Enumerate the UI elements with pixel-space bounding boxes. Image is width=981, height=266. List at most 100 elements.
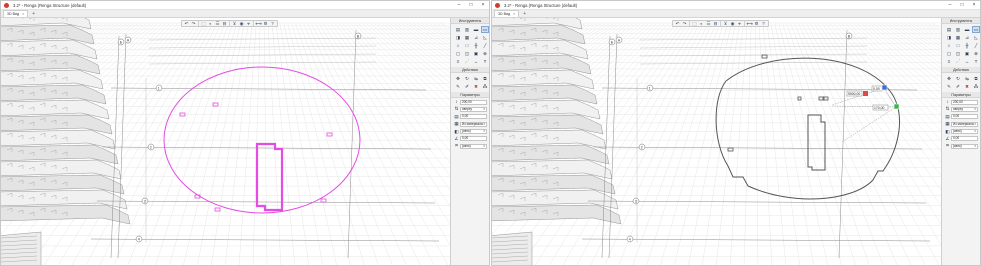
undo-icon[interactable]: ↶ — [674, 21, 681, 26]
maximize-button[interactable]: □ — [956, 1, 968, 10]
chevron-down-icon[interactable]: ▾ — [974, 144, 977, 148]
param-select[interactable]: Из материала ▾ — [951, 121, 978, 127]
chevron-down-icon[interactable]: ▾ — [483, 129, 486, 133]
param-select[interactable]: Из материала ▾ — [460, 121, 487, 127]
foundation-icon[interactable]: ▣ — [472, 50, 480, 57]
foundation-icon[interactable]: ▣ — [963, 50, 971, 57]
settings-icon[interactable]: ⚙ — [753, 21, 760, 26]
slab-icon[interactable]: ▭ — [972, 26, 980, 33]
tower-model[interactable] — [492, 18, 622, 265]
measure-icon[interactable]: ⟷ — [255, 21, 262, 26]
delete-icon[interactable]: ✖ — [472, 83, 480, 90]
length-input[interactable]: 9000,00 — [846, 90, 863, 97]
settings-icon[interactable]: ⚙ — [262, 21, 269, 26]
array-icon[interactable]: ⁂ — [972, 83, 980, 90]
level-icon[interactable]: ≡ — [945, 58, 953, 65]
mirror-icon[interactable]: ⇋ — [963, 75, 971, 82]
stair-icon[interactable]: ⊿ — [472, 34, 480, 41]
core-opening[interactable] — [255, 142, 284, 212]
visual-style-icon[interactable]: ◐ — [698, 21, 705, 26]
chevron-down-icon[interactable]: ▾ — [483, 107, 486, 111]
param-input[interactable]: 200,00 — [460, 99, 487, 105]
param-select[interactable]: (авто) ▾ — [460, 143, 487, 149]
chevron-down-icon[interactable]: ▾ — [974, 107, 977, 111]
snap-green-handle-icon[interactable] — [893, 103, 900, 110]
edit-icon[interactable]: ✎ — [454, 83, 462, 90]
param-input[interactable]: 0,00 — [951, 114, 978, 120]
minimize-button[interactable]: – — [453, 1, 465, 10]
layers-icon[interactable]: ☰ — [705, 21, 712, 26]
slab-icon[interactable]: ▭ — [481, 26, 489, 33]
scene-canvas[interactable]: 1234АБВ — [1, 18, 452, 265]
rebar-icon[interactable]: ⋰ — [463, 58, 471, 65]
viewport-3d[interactable]: 1234АБВ 9000,00 0,00 170,00 — [492, 18, 943, 265]
copy-icon[interactable]: ⧉ — [481, 75, 489, 82]
select-icon[interactable]: ⌖ — [736, 21, 743, 26]
redo-icon[interactable]: ↷ — [681, 21, 688, 26]
visual-style-icon[interactable]: ◐ — [207, 21, 214, 26]
param-select[interactable]: (авто) ▾ — [951, 129, 978, 135]
door-icon[interactable]: ◨ — [945, 34, 953, 41]
snap-blue-handle-icon[interactable] — [881, 84, 888, 91]
help-icon[interactable]: ? — [269, 21, 276, 26]
window-icon[interactable]: ▦ — [954, 34, 962, 41]
filter-icon[interactable]: ⊻ — [231, 21, 238, 26]
column-icon[interactable]: ▥ — [954, 26, 962, 33]
beam-icon[interactable]: ▬ — [472, 26, 480, 33]
param-select[interactable]: сверху ▾ — [460, 106, 487, 112]
viewport-3d[interactable]: 1234АБВ — [1, 18, 452, 265]
undo-icon[interactable]: ↶ — [183, 21, 190, 26]
camera-icon[interactable]: ◉ — [729, 21, 736, 26]
brush-icon[interactable]: ✐ — [954, 83, 962, 90]
roof-icon[interactable]: ⌂ — [945, 42, 953, 49]
railing-icon[interactable]: ╫ — [472, 42, 480, 49]
rotate-icon[interactable]: ↻ — [954, 75, 962, 82]
chevron-down-icon[interactable]: ▾ — [483, 122, 486, 126]
coordinate-input[interactable]: 170,00 — [872, 104, 889, 111]
maximize-button[interactable]: □ — [465, 1, 477, 10]
add-tab-button[interactable]: + — [30, 11, 37, 17]
equipment-icon[interactable]: ◫ — [954, 50, 962, 57]
beam-icon[interactable]: ▬ — [963, 26, 971, 33]
ramp-icon[interactable]: ◺ — [481, 34, 489, 41]
minimize-button[interactable]: – — [944, 1, 956, 10]
opening-icon[interactable]: □ — [954, 42, 962, 49]
param-input[interactable]: 0,00 — [460, 136, 487, 142]
column-icon[interactable]: ▥ — [463, 26, 471, 33]
view-cube-icon[interactable]: ⬚ — [691, 21, 698, 26]
view-cube-icon[interactable]: ⬚ — [200, 21, 207, 26]
level-icon[interactable]: ≡ — [454, 58, 462, 65]
scene-canvas[interactable]: 1234АБВ 9000,00 0,00 170,00 — [492, 18, 943, 265]
angle-input[interactable]: 0,00 — [871, 85, 883, 92]
param-select[interactable]: (авто) ▾ — [951, 143, 978, 149]
param-select[interactable]: (авто) ▾ — [460, 129, 487, 135]
param-select[interactable]: сверху ▾ — [951, 106, 978, 112]
add-tab-button[interactable]: + — [521, 11, 528, 17]
room-icon[interactable]: ▢ — [454, 50, 462, 57]
roof-icon[interactable]: ⌂ — [454, 42, 462, 49]
param-input[interactable]: 0,00 — [460, 114, 487, 120]
axis-icon[interactable]: ⊕ — [481, 50, 489, 57]
redo-icon[interactable]: ↷ — [190, 21, 197, 26]
ramp-icon[interactable]: ◺ — [972, 34, 980, 41]
equipment-icon[interactable]: ◫ — [463, 50, 471, 57]
move-icon[interactable]: ✥ — [454, 75, 462, 82]
filter-icon[interactable]: ⊻ — [722, 21, 729, 26]
tab-3d-view[interactable]: 3D Вид × — [3, 10, 29, 17]
door-icon[interactable]: ◨ — [454, 34, 462, 41]
chevron-down-icon[interactable]: ▾ — [974, 129, 977, 133]
measure-icon[interactable]: ⟷ — [746, 21, 753, 26]
rebar-icon[interactable]: ⋰ — [954, 58, 962, 65]
wall-icon[interactable]: ▤ — [945, 26, 953, 33]
room-icon[interactable]: ▢ — [945, 50, 953, 57]
mirror-icon[interactable]: ⇋ — [472, 75, 480, 82]
delete-icon[interactable]: ✖ — [963, 83, 971, 90]
window-icon[interactable]: ▦ — [463, 34, 471, 41]
camera-icon[interactable]: ◉ — [238, 21, 245, 26]
param-input[interactable]: 0,00 — [951, 136, 978, 142]
section-icon[interactable]: ⊟ — [712, 21, 719, 26]
layers-icon[interactable]: ☰ — [214, 21, 221, 26]
stair-icon[interactable]: ⊿ — [963, 34, 971, 41]
edit-icon[interactable]: ✎ — [945, 83, 953, 90]
line-icon[interactable]: ╱ — [972, 42, 980, 49]
